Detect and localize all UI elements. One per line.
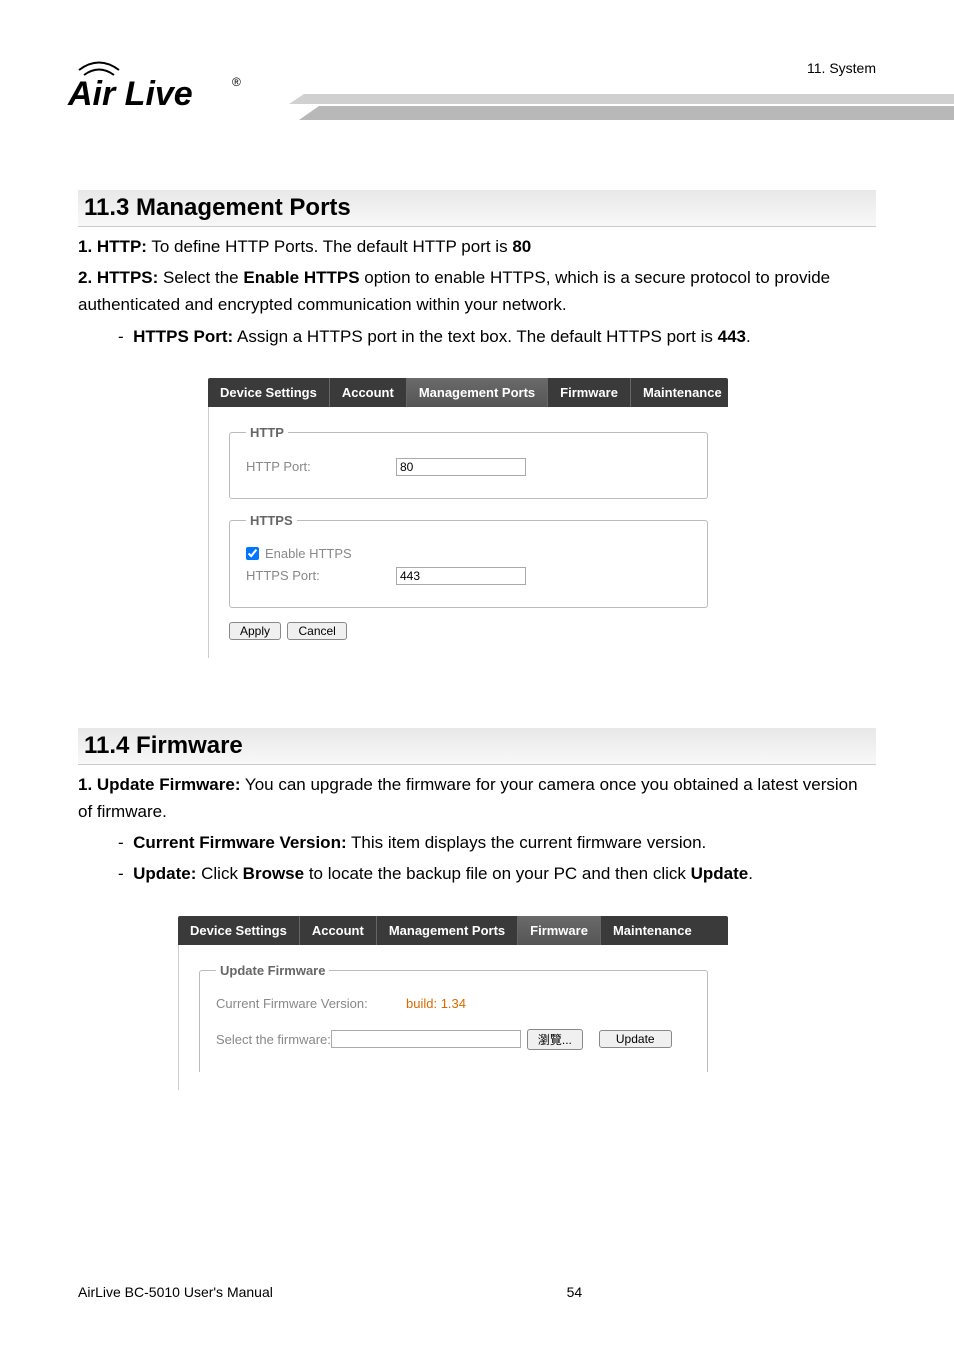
svg-text:®: ® [232, 75, 241, 89]
http-port-label: HTTP Port: [246, 459, 396, 474]
update-label: Update: [133, 864, 196, 883]
https-port-443: 443 [718, 327, 746, 346]
firmware-screenshot: Device Settings Account Management Ports… [178, 916, 728, 1090]
http-fieldset: HTTP HTTP Port: [229, 425, 708, 499]
update-bold: Update [691, 864, 749, 883]
tabs-bar: Device Settings Account Management Ports… [208, 378, 728, 407]
manual-title: AirLive BC-5010 User's Manual [78, 1284, 273, 1300]
https-desc: 2. HTTPS: Select the Enable HTTPS option… [78, 264, 876, 318]
https-label: 2. HTTPS: [78, 268, 158, 287]
cancel-button[interactable]: Cancel [287, 622, 346, 640]
tab2-maintenance[interactable]: Maintenance [601, 916, 704, 945]
update-button[interactable]: Update [599, 1030, 672, 1048]
https-legend: HTTPS [246, 513, 297, 528]
tab-maintenance[interactable]: Maintenance [631, 378, 728, 407]
update-text-e: . [748, 864, 753, 883]
enable-https-checkbox[interactable] [246, 547, 259, 560]
update-firmware-label: 1. Update Firmware: [78, 775, 241, 794]
enable-https-label: Enable HTTPS [265, 546, 352, 561]
https-fieldset: HTTPS Enable HTTPS HTTPS Port: [229, 513, 708, 608]
firmware-desc: 1. Update Firmware: You can upgrade the … [78, 771, 876, 825]
https-port-field-label: HTTPS Port: [246, 568, 396, 583]
section-1-title: 11.3 Management Ports [78, 190, 876, 227]
http-port-input[interactable] [396, 458, 526, 476]
svg-text:Air Live: Air Live [67, 75, 193, 113]
update-firmware-fieldset: Update Firmware Current Firmware Version… [199, 963, 708, 1072]
browse-button[interactable]: 瀏覽... [527, 1029, 583, 1050]
update-firmware-legend: Update Firmware [216, 963, 329, 978]
tabs-bar-2: Device Settings Account Management Ports… [178, 916, 728, 945]
https-port-desc: - HTTPS Port: Assign a HTTPS port in the… [118, 323, 876, 350]
header-stripe [274, 82, 954, 142]
tab2-firmware[interactable]: Firmware [518, 916, 601, 945]
http-label: 1. HTTP: [78, 237, 147, 256]
tab2-device-settings[interactable]: Device Settings [178, 916, 300, 945]
firmware-path-input[interactable] [331, 1030, 521, 1048]
management-ports-screenshot: Device Settings Account Management Ports… [208, 378, 728, 658]
tab2-management-ports[interactable]: Management Ports [377, 916, 518, 945]
page-header: Air Live ® 11. System [78, 60, 876, 160]
tab-firmware[interactable]: Firmware [548, 378, 631, 407]
https-port-end: . [746, 327, 751, 346]
current-version-label: Current Firmware Version: [133, 833, 347, 852]
https-port-input[interactable] [396, 567, 526, 585]
tab-account[interactable]: Account [330, 378, 407, 407]
tab-management-ports[interactable]: Management Ports [407, 378, 548, 407]
update-text-c: to locate the backup file on your PC and… [304, 864, 691, 883]
tab-device-settings[interactable]: Device Settings [208, 378, 330, 407]
https-port-label: HTTPS Port: [133, 327, 233, 346]
https-port-text: Assign a HTTPS port in the text box. The… [233, 327, 717, 346]
update-desc: - Update: Click Browse to locate the bac… [118, 860, 876, 887]
http-desc: 1. HTTP: To define HTTP Ports. The defau… [78, 233, 876, 260]
http-text: To define HTTP Ports. The default HTTP p… [147, 237, 512, 256]
firmware-version-value: build: 1.34 [406, 996, 466, 1011]
update-text-a: Click [196, 864, 242, 883]
browse-bold: Browse [243, 864, 304, 883]
chapter-label: 11. System [807, 60, 876, 76]
apply-button[interactable]: Apply [229, 622, 281, 640]
tab2-account[interactable]: Account [300, 916, 377, 945]
http-legend: HTTP [246, 425, 288, 440]
brand-logo: Air Live ® [64, 50, 254, 125]
https-text-a: Select the [158, 268, 243, 287]
section-2-title: 11.4 Firmware [78, 728, 876, 765]
current-version-desc: - Current Firmware Version: This item di… [118, 829, 876, 856]
select-firmware-label: Select the firmware: [216, 1032, 331, 1047]
http-port-80: 80 [512, 237, 531, 256]
enable-https-bold: Enable HTTPS [243, 268, 359, 287]
page-footer: AirLive BC-5010 User's Manual 54 [78, 1284, 876, 1300]
firmware-version-label: Current Firmware Version: [216, 996, 406, 1011]
current-version-text: This item displays the current firmware … [347, 833, 707, 852]
